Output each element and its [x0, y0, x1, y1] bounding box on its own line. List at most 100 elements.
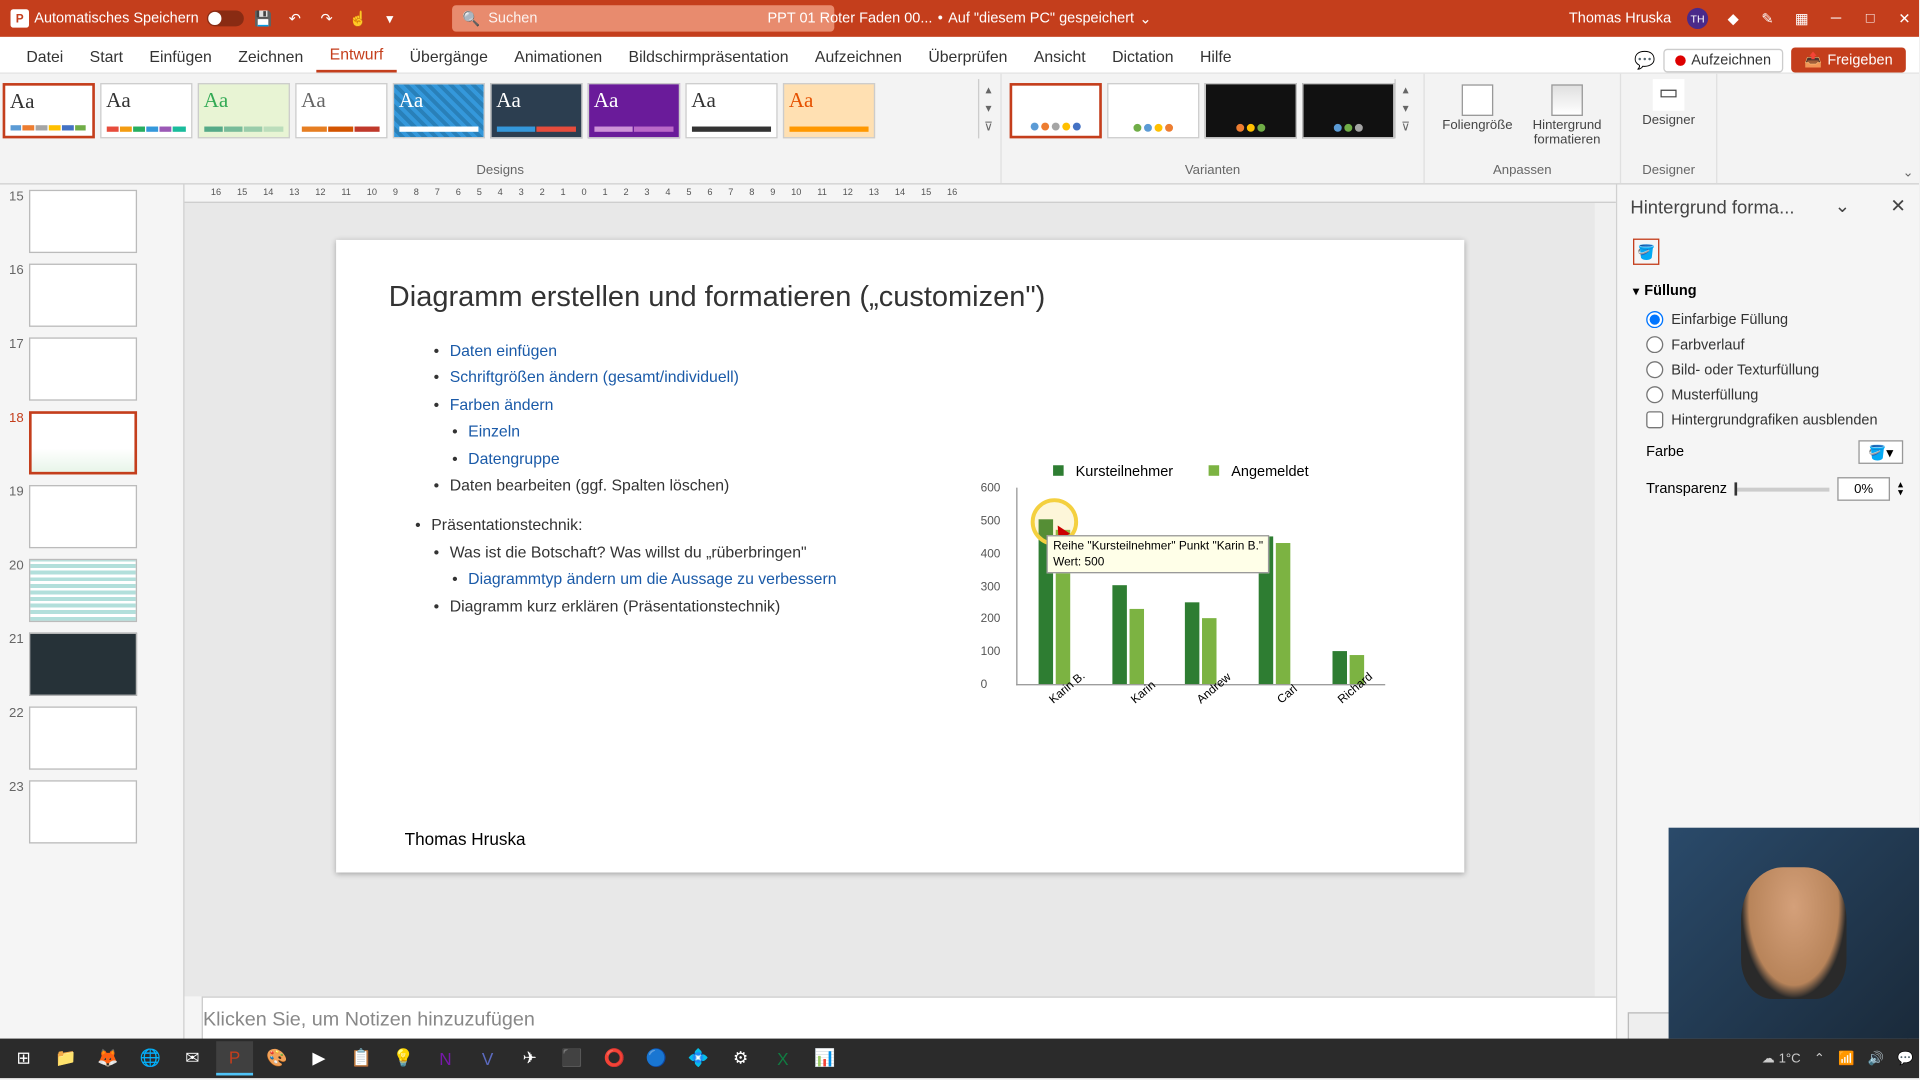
hide-bg-graphics-checkbox[interactable]: Hintergrundgrafiken ausblenden: [1633, 407, 1903, 432]
tab-bildschirmpraesentation[interactable]: Bildschirmpräsentation: [615, 41, 801, 73]
design-theme-9[interactable]: Aa: [782, 83, 874, 138]
comments-icon[interactable]: 💬: [1634, 49, 1655, 70]
record-button[interactable]: Aufzeichnen: [1664, 48, 1783, 72]
calendar-icon[interactable]: ▦: [1792, 9, 1810, 27]
excel-icon[interactable]: X: [764, 1041, 801, 1075]
wifi-icon[interactable]: 📶: [1838, 1051, 1854, 1065]
design-theme-1[interactable]: Aa: [2, 83, 94, 138]
design-theme-7[interactable]: Aa: [587, 83, 679, 138]
telegram-icon[interactable]: ✈: [511, 1041, 548, 1075]
slide-thumbnail[interactable]: 16: [5, 264, 178, 327]
ribbon-collapse-icon[interactable]: ⌄: [1903, 166, 1914, 180]
slide-thumbnail-active[interactable]: 18: [5, 411, 178, 474]
app-icon[interactable]: 💡: [385, 1041, 422, 1075]
slide-thumbnail[interactable]: 17: [5, 337, 178, 400]
design-theme-5[interactable]: Aa: [392, 83, 484, 138]
slide-thumbnail[interactable]: 22: [5, 706, 178, 769]
foliengroesse-button[interactable]: Foliengröße: [1438, 84, 1517, 147]
powerpoint-taskbar-icon[interactable]: P: [216, 1041, 253, 1075]
pen-icon[interactable]: ✎: [1758, 9, 1776, 27]
app-icon[interactable]: V: [469, 1041, 506, 1075]
touch-mode-icon[interactable]: ☝: [349, 9, 367, 27]
slide-author[interactable]: Thomas Hruska: [405, 829, 526, 849]
pane-close-icon[interactable]: ✕: [1890, 195, 1905, 217]
horizontal-ruler[interactable]: 1615141312111098765432101234567891011121…: [185, 185, 1616, 203]
variant-3[interactable]: [1205, 83, 1297, 138]
designs-gallery-expand[interactable]: ▴▾⊽: [977, 79, 998, 138]
design-theme-4[interactable]: Aa: [295, 83, 387, 138]
outlook-icon[interactable]: ✉: [174, 1041, 211, 1075]
design-theme-3[interactable]: Aa: [197, 83, 289, 138]
tab-dictation[interactable]: Dictation: [1099, 41, 1187, 73]
variant-2[interactable]: [1107, 83, 1199, 138]
hintergrund-formatieren-button[interactable]: Hintergrund formatieren: [1528, 84, 1607, 147]
tab-animationen[interactable]: Animationen: [501, 41, 615, 73]
slide-title[interactable]: Diagramm erstellen und formatieren („cus…: [389, 279, 1412, 313]
app-icon[interactable]: ⬛: [554, 1041, 591, 1075]
close-icon[interactable]: ✕: [1895, 9, 1913, 27]
app-icon[interactable]: ⭕: [596, 1041, 633, 1075]
onenote-icon[interactable]: N: [427, 1041, 464, 1075]
solid-fill-radio[interactable]: Einfarbige Füllung: [1633, 307, 1903, 332]
volume-icon[interactable]: 🔊: [1868, 1051, 1884, 1065]
design-theme-8[interactable]: Aa: [685, 83, 777, 138]
settings-icon[interactable]: ⚙: [722, 1041, 759, 1075]
share-button[interactable]: 📤Freigeben: [1791, 47, 1906, 72]
gradient-fill-radio[interactable]: Farbverlauf: [1633, 332, 1903, 357]
fill-bucket-icon[interactable]: 🪣: [1633, 239, 1659, 265]
tab-start[interactable]: Start: [76, 41, 136, 73]
app-icon[interactable]: 📊: [807, 1041, 844, 1075]
transparency-slider[interactable]: [1735, 487, 1829, 491]
app-icon[interactable]: 🎨: [258, 1041, 295, 1075]
vlc-icon[interactable]: ▶: [301, 1041, 338, 1075]
slide-thumbnail[interactable]: 20: [5, 559, 178, 622]
file-explorer-icon[interactable]: 📁: [47, 1041, 84, 1075]
tab-einfuegen[interactable]: Einfügen: [136, 41, 225, 73]
slide-canvas[interactable]: Diagramm erstellen und formatieren („cus…: [336, 240, 1464, 873]
maximize-icon[interactable]: □: [1861, 9, 1879, 27]
variant-1[interactable]: [1010, 83, 1102, 138]
app-icon[interactable]: 💠: [680, 1041, 717, 1075]
user-name[interactable]: Thomas Hruska: [1569, 11, 1671, 27]
vertical-scrollbar[interactable]: [1595, 203, 1616, 996]
pattern-fill-radio[interactable]: Musterfüllung: [1633, 382, 1903, 407]
start-button[interactable]: ⊞: [5, 1041, 42, 1075]
tab-entwurf[interactable]: Entwurf: [316, 38, 396, 72]
tab-datei[interactable]: Datei: [13, 41, 76, 73]
tab-ansicht[interactable]: Ansicht: [1021, 41, 1099, 73]
pane-dropdown-icon[interactable]: ⌄: [1835, 195, 1850, 217]
tab-aufzeichnen[interactable]: Aufzeichnen: [802, 41, 915, 73]
tab-hilfe[interactable]: Hilfe: [1187, 41, 1245, 73]
variants-gallery-expand[interactable]: ▴▾⊽: [1394, 79, 1415, 138]
bullet-item[interactable]: Farben ändern: [434, 391, 1412, 418]
app-icon[interactable]: 🔵: [638, 1041, 675, 1075]
redo-icon[interactable]: ↷: [317, 9, 335, 27]
color-picker-button[interactable]: 🪣▾: [1858, 440, 1903, 464]
tab-uebergaenge[interactable]: Übergänge: [396, 41, 501, 73]
app-icon[interactable]: 📋: [343, 1041, 380, 1075]
slide-thumbnail-panel[interactable]: 15 16 17 18 19 20 21 22 23: [0, 185, 185, 1052]
weather-widget[interactable]: ☁ 1°C: [1762, 1051, 1801, 1065]
slide-thumbnail[interactable]: 21: [5, 633, 178, 696]
diamond-icon[interactable]: ◆: [1724, 9, 1742, 27]
tab-ueberpruefen[interactable]: Überprüfen: [915, 41, 1021, 73]
notifications-icon[interactable]: 💬: [1897, 1051, 1913, 1065]
bullet-item[interactable]: Einzeln: [452, 418, 1412, 445]
tab-zeichnen[interactable]: Zeichnen: [225, 41, 316, 73]
stepper-icon[interactable]: ▴▾: [1898, 481, 1903, 498]
save-icon[interactable]: 💾: [254, 9, 272, 27]
design-theme-2[interactable]: Aa: [100, 83, 192, 138]
bullet-item[interactable]: Schriftgrößen ändern (gesamt/individuell…: [434, 364, 1412, 391]
picture-fill-radio[interactable]: Bild- oder Texturfüllung: [1633, 357, 1903, 382]
qat-dropdown-icon[interactable]: ▾: [381, 9, 399, 27]
slide-thumbnail[interactable]: 23: [5, 780, 178, 843]
transparency-input[interactable]: [1837, 477, 1890, 501]
minimize-icon[interactable]: ─: [1827, 9, 1845, 27]
design-theme-6[interactable]: Aa: [490, 83, 582, 138]
fill-section-header[interactable]: Füllung: [1633, 275, 1903, 307]
document-name[interactable]: PPT 01 Roter Faden 00...: [768, 11, 933, 27]
designer-button[interactable]: ▭Designer: [1629, 79, 1708, 128]
chrome-icon[interactable]: 🌐: [132, 1041, 169, 1075]
doc-dropdown-icon[interactable]: ⌄: [1139, 10, 1151, 27]
undo-icon[interactable]: ↶: [286, 9, 304, 27]
